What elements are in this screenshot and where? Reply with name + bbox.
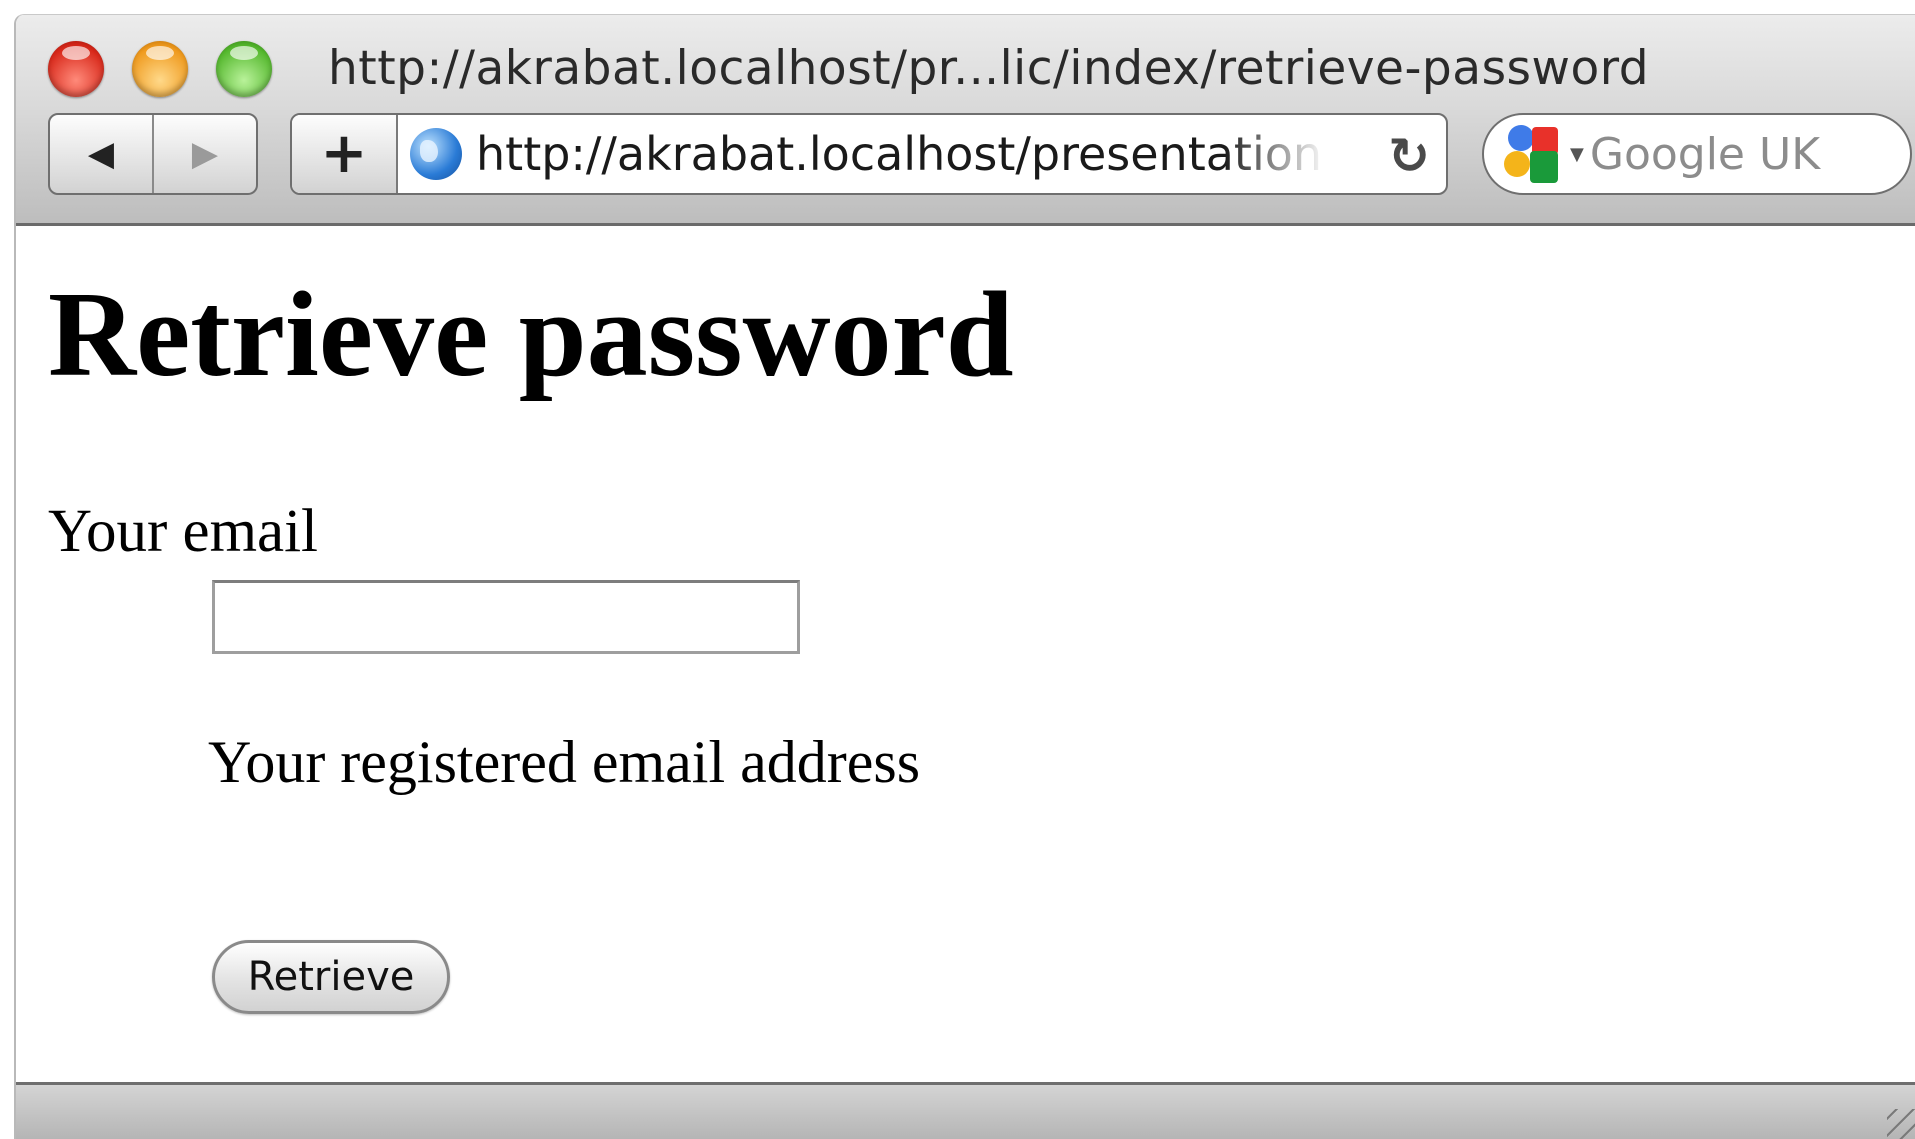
resize-grip-icon[interactable] [1887, 1109, 1915, 1139]
reload-icon[interactable]: ↻ [1388, 127, 1430, 185]
chevron-down-icon[interactable]: ▼ [1570, 144, 1584, 165]
email-field[interactable] [212, 580, 800, 654]
window-title: http://akrabat.localhost/pr...lic/index/… [328, 41, 1650, 96]
email-hint: Your registered email address [208, 729, 921, 795]
browser-toolbar: http://akrabat.localhost/pr...lic/index/… [16, 15, 1915, 226]
page-title: Retrieve password [48, 267, 1014, 402]
retrieve-button[interactable]: Retrieve [212, 940, 450, 1014]
back-arrow-icon: ◀ [87, 134, 115, 174]
minimize-window-button[interactable] [132, 41, 188, 97]
search-field[interactable]: ▼ Google UK [1482, 113, 1912, 195]
zoom-window-button[interactable] [216, 41, 272, 97]
plus-icon: + [320, 121, 368, 186]
browser-window: http://akrabat.localhost/pr...lic/index/… [14, 14, 1915, 1139]
address-bar: + http://akrabat.localhost/presentation … [290, 113, 1448, 195]
url-field[interactable]: http://akrabat.localhost/presentation ↻ [398, 115, 1446, 193]
url-text[interactable]: http://akrabat.localhost/presentation [476, 127, 1326, 181]
back-button[interactable]: ◀ [50, 115, 152, 193]
search-placeholder: Google UK [1589, 128, 1821, 180]
globe-icon [410, 128, 462, 180]
status-bar [16, 1082, 1915, 1139]
google-logo-icon[interactable] [1502, 121, 1568, 187]
add-bookmark-button[interactable]: + [292, 115, 398, 193]
history-nav-group: ◀ ▶ [48, 113, 258, 195]
page-content: Retrieve password Your email Your regist… [16, 226, 1915, 1086]
forward-arrow-icon: ▶ [191, 134, 219, 174]
email-label: Your email [48, 498, 319, 565]
close-window-button[interactable] [48, 41, 104, 97]
forward-button[interactable]: ▶ [152, 115, 256, 193]
